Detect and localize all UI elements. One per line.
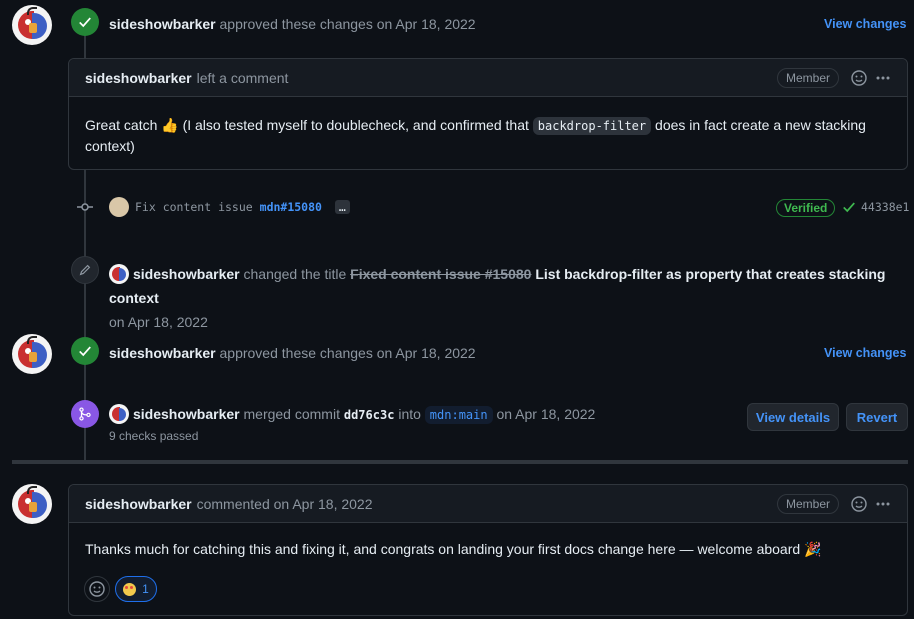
- merge-action: merged commit: [243, 406, 340, 422]
- add-reaction-button[interactable]: [84, 576, 110, 602]
- verified-badge[interactable]: Verified: [776, 199, 836, 217]
- review-event: sideshowbarker approved these changes on…: [109, 16, 476, 32]
- comment-text: Great catch 👍 (I also tested myself to d…: [85, 117, 533, 133]
- check-icon: [71, 337, 99, 365]
- smiley-icon[interactable]: [851, 495, 867, 512]
- comment-text-cont: does in fact create a new stacking: [651, 117, 866, 133]
- heart-eyes-emoji-icon: [123, 582, 137, 596]
- mini-avatar[interactable]: [109, 264, 129, 284]
- review-action: approved these changes on Apr 18, 2022: [219, 345, 476, 361]
- view-details-button[interactable]: View details: [747, 403, 839, 431]
- timeline-divider: [12, 460, 908, 464]
- commit-ref-link[interactable]: mdn#15080: [260, 200, 322, 214]
- reaction-button[interactable]: 1: [115, 576, 157, 602]
- commit-sha[interactable]: 44338e1: [861, 200, 909, 214]
- smiley-icon[interactable]: [851, 69, 867, 86]
- comment-box: sideshowbarker commented on Apr 18, 2022…: [68, 484, 908, 616]
- comment-author[interactable]: sideshowbarker: [85, 496, 192, 512]
- comment-text-line2: context): [85, 138, 135, 154]
- kebab-menu-icon[interactable]: [875, 70, 891, 86]
- old-title: Fixed content issue #15080: [350, 266, 532, 282]
- commit-icon: [77, 199, 93, 215]
- checks-passed[interactable]: 9 checks passed: [109, 429, 198, 443]
- verified-label: Verified: [776, 199, 836, 217]
- merge-date: on Apr 18, 2022: [496, 406, 596, 422]
- expand-commit-button[interactable]: …: [334, 200, 350, 214]
- commit-avatar[interactable]: [109, 197, 129, 217]
- comment-body: Thanks much for catching this and fixing…: [85, 541, 822, 557]
- comment-header: sideshowbarker left a comment Member: [69, 59, 907, 97]
- member-badge: Member: [776, 67, 839, 88]
- rename-action: changed the title: [243, 266, 347, 282]
- inline-code: backdrop-filter: [532, 117, 652, 135]
- reaction-count: 1: [142, 582, 149, 596]
- avatar[interactable]: [12, 334, 52, 374]
- mini-avatar[interactable]: [109, 404, 129, 424]
- view-changes-link[interactable]: View changes: [824, 346, 906, 360]
- review-author[interactable]: sideshowbarker: [109, 345, 216, 361]
- merge-into: into: [398, 406, 421, 422]
- view-changes-link[interactable]: View changes: [824, 17, 906, 31]
- smiley-icon: [89, 581, 105, 597]
- commit-message[interactable]: Fix content issue: [135, 200, 253, 214]
- commit-row: Fix content issue mdn#15080 …: [135, 200, 350, 214]
- avatar[interactable]: [12, 484, 52, 524]
- rename-date: on Apr 18, 2022: [109, 314, 208, 330]
- avatar[interactable]: [12, 5, 52, 45]
- revert-button[interactable]: Revert: [846, 403, 908, 431]
- check-icon: [71, 8, 99, 36]
- pencil-icon: [71, 256, 99, 284]
- review-event: sideshowbarker approved these changes on…: [109, 345, 476, 361]
- comment-action: left a comment: [196, 69, 289, 86]
- kebab-menu-icon[interactable]: [875, 496, 891, 512]
- comment-author[interactable]: sideshowbarker: [85, 70, 192, 86]
- comment-header: sideshowbarker commented on Apr 18, 2022…: [69, 485, 907, 523]
- review-action: approved these changes on Apr 18, 2022: [219, 16, 476, 32]
- merge-author[interactable]: sideshowbarker: [133, 406, 240, 422]
- check-icon: [842, 200, 856, 217]
- merge-event: sideshowbarker merged commit dd76c3c int…: [109, 404, 595, 425]
- member-badge: Member: [776, 493, 839, 514]
- merge-icon: [71, 400, 99, 428]
- comment-action: commented on Apr 18, 2022: [196, 495, 373, 512]
- branch-label[interactable]: mdn:main: [424, 406, 493, 424]
- rename-event: sideshowbarker changed the title Fixed c…: [109, 262, 909, 334]
- merge-sha[interactable]: dd76c3c: [344, 408, 395, 422]
- comment-body: Great catch 👍 (I also tested myself to d…: [69, 97, 907, 156]
- rename-author[interactable]: sideshowbarker: [133, 266, 240, 282]
- comment-box: sideshowbarker left a comment Member Gre…: [68, 58, 908, 170]
- review-author[interactable]: sideshowbarker: [109, 16, 216, 32]
